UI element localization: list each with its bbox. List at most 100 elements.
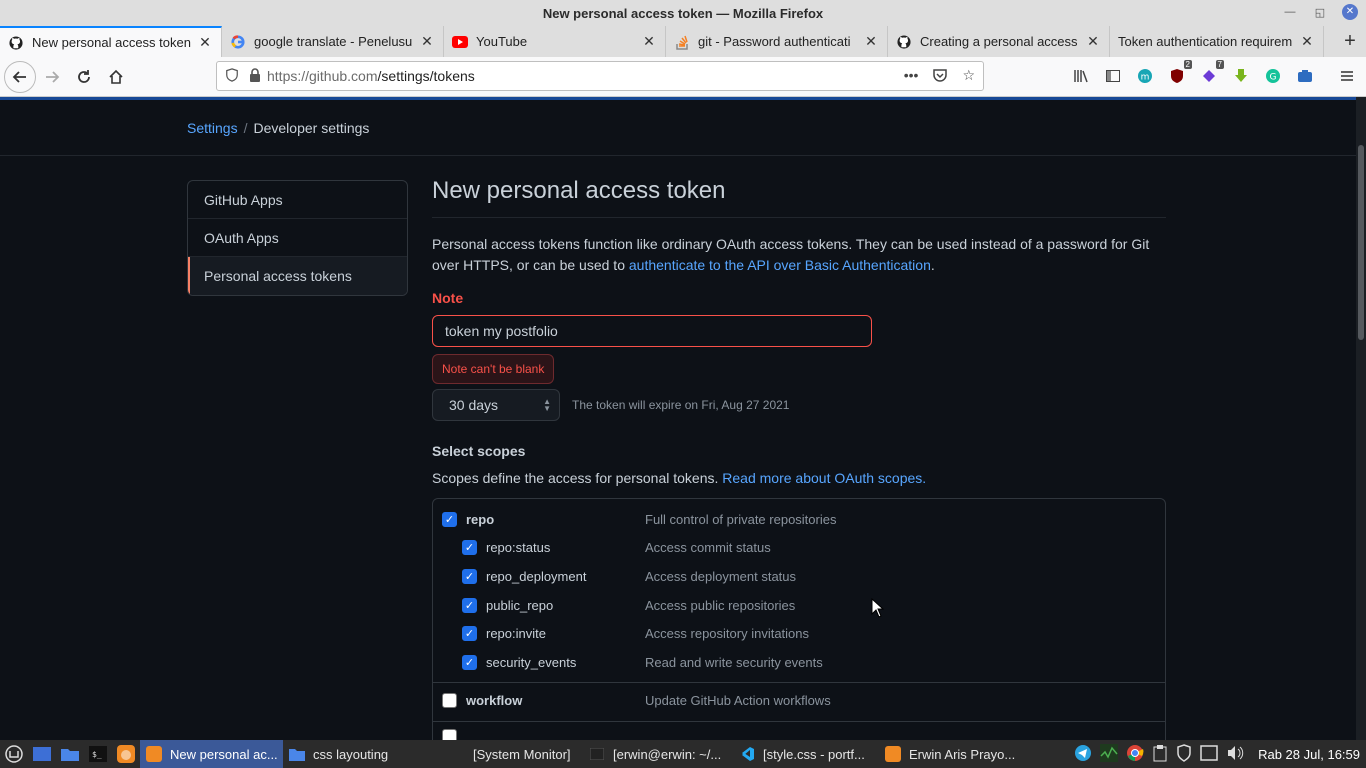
taskbar-task-label: [style.css - portf...	[763, 746, 865, 762]
show-desktop-icon[interactable]	[28, 740, 56, 768]
sidenav-item-github-apps[interactable]: GitHub Apps	[188, 181, 407, 219]
page-actions-icon[interactable]: •••	[904, 67, 919, 86]
tab-token-auth-requirements[interactable]: Token authentication requirem ✕	[1110, 26, 1324, 57]
close-tab-icon[interactable]: ✕	[197, 34, 213, 51]
taskbar-task-terminal[interactable]: [erwin@erwin: ~/...	[583, 740, 733, 768]
files-icon[interactable]	[56, 740, 84, 768]
download-icon[interactable]	[1230, 65, 1252, 87]
scope-description: Access public repositories	[645, 597, 796, 613]
pocket-icon[interactable]	[932, 67, 948, 86]
system-monitor-tray-icon[interactable]	[1100, 743, 1119, 765]
close-tab-icon[interactable]: ✕	[641, 33, 657, 50]
close-tab-icon[interactable]: ✕	[863, 33, 879, 50]
telegram-icon[interactable]	[1074, 744, 1092, 765]
taskbar-task-css-layouting[interactable]: css layouting	[283, 740, 443, 768]
extension-badge: 7	[1215, 60, 1224, 69]
note-label: Note	[432, 290, 464, 306]
expiration-select[interactable]: 30 days ▲ ▼	[432, 389, 560, 421]
expiration-row: 30 days ▲ ▼ The token will expire on Fri,…	[432, 389, 1166, 421]
chrome-icon[interactable]	[1126, 744, 1144, 765]
scope-name: public_repo	[486, 597, 554, 613]
tab-strip: New personal access token ✕ google trans…	[0, 26, 1366, 57]
bookmark-star-icon[interactable]: ☆	[962, 67, 975, 86]
reload-button[interactable]	[68, 61, 100, 93]
breadcrumb-bar: Settings / Developer settings	[0, 100, 1356, 156]
basic-auth-link[interactable]: authenticate to the API over Basic Authe…	[629, 257, 931, 273]
scope-checkbox-repo-deployment[interactable]: ✓	[462, 568, 477, 584]
tab-google-translate[interactable]: google translate - Penelusu ✕	[222, 26, 444, 57]
system-monitor-icon	[449, 746, 465, 762]
scope-description: Read and write security events	[645, 654, 823, 670]
extension-box-icon[interactable]	[1294, 65, 1316, 87]
shield-tray-icon[interactable]	[1176, 743, 1192, 765]
scopes-description-text: Scopes define the access for personal to…	[432, 470, 723, 486]
terminal-icon[interactable]: $_	[84, 740, 112, 768]
github-icon	[8, 35, 24, 51]
maximize-icon[interactable]: ◱	[1312, 6, 1328, 19]
extension-m-icon[interactable]: m	[1134, 65, 1156, 87]
taskbar-task-firefox-2[interactable]: Erwin Aris Prayo...	[879, 740, 1029, 768]
lock-icon[interactable]	[249, 67, 261, 85]
shield-icon[interactable]	[225, 67, 239, 85]
sidenav-item-oauth-apps[interactable]: OAuth Apps	[188, 219, 407, 257]
breadcrumb-developer-settings: Developer settings	[253, 120, 370, 136]
firefox-icon	[885, 746, 901, 762]
scope-checkbox-public-repo[interactable]: ✓	[462, 597, 477, 613]
firefox-launcher-icon[interactable]	[112, 740, 140, 768]
scope-row: workflow Update GitHub Action workflows	[433, 687, 1165, 716]
url-text[interactable]: https://github.com/settings/tokens	[267, 68, 475, 84]
scope-checkbox-next[interactable]	[442, 728, 457, 740]
scope-checkbox-security-events[interactable]: ✓	[462, 654, 477, 670]
page-title: New personal access token	[432, 177, 1166, 218]
close-window-icon[interactable]: ✕	[1342, 4, 1358, 20]
scope-name: security_events	[486, 654, 577, 670]
tab-stackoverflow[interactable]: git - Password authenticati ✕	[666, 26, 888, 57]
close-tab-icon[interactable]: ✕	[419, 33, 435, 50]
scope-description: Access deployment status	[645, 568, 797, 584]
hamburger-menu-icon[interactable]	[1336, 65, 1358, 87]
sidenav-item-personal-access-tokens[interactable]: Personal access tokens	[188, 257, 407, 295]
google-icon	[230, 34, 246, 50]
arrow-left-icon	[12, 70, 26, 83]
toolbar-extensions: m 2 7 G	[1070, 60, 1358, 87]
taskbar-task-firefox[interactable]: New personal ac...	[140, 740, 283, 768]
new-tab-button[interactable]: +	[1334, 26, 1366, 57]
scope-checkbox-workflow[interactable]	[442, 693, 457, 709]
scope-checkbox-repo[interactable]: ✓	[442, 511, 457, 527]
scrollbar-thumb[interactable]	[1358, 145, 1364, 340]
close-tab-icon[interactable]: ✕	[1085, 33, 1101, 50]
start-menu-icon[interactable]	[0, 740, 28, 768]
url-bar[interactable]: https://github.com/settings/tokens ••• ☆	[216, 61, 984, 91]
tab-creating-token-docs[interactable]: Creating a personal access ✕	[888, 26, 1110, 57]
scope-row: ✓ repo Full control of private repositor…	[433, 505, 1165, 534]
minimize-icon[interactable]: —	[1282, 6, 1298, 18]
scope-checkbox-repo-invite[interactable]: ✓	[462, 626, 477, 642]
page-scrollbar[interactable]	[1356, 97, 1366, 740]
scope-checkbox-repo-status[interactable]: ✓	[462, 540, 477, 556]
close-tab-icon[interactable]: ✕	[1299, 33, 1315, 50]
ublock-icon[interactable]: 2	[1166, 60, 1192, 87]
back-button[interactable]	[4, 60, 36, 93]
arrow-right-icon	[46, 70, 60, 83]
clipboard-icon[interactable]	[1152, 744, 1168, 765]
expiration-note: The token will expire on Fri, Aug 27 202…	[572, 398, 790, 412]
tab-title: New personal access token	[32, 35, 191, 50]
home-button[interactable]	[100, 61, 132, 93]
scope-row: ✓ public_repo Access public repositories	[433, 591, 1165, 620]
window-tray-icon[interactable]	[1200, 744, 1218, 764]
url-path: /settings/tokens	[377, 68, 475, 84]
volume-icon[interactable]	[1226, 745, 1244, 764]
tab-new-personal-access-token[interactable]: New personal access token ✕	[0, 26, 222, 57]
sidebar-icon[interactable]	[1102, 65, 1124, 87]
breadcrumb-settings-link[interactable]: Settings	[187, 120, 238, 136]
tab-youtube[interactable]: YouTube ✕	[444, 26, 666, 57]
forward-button[interactable]	[36, 61, 68, 93]
taskbar-task-system-monitor[interactable]: [System Monitor]	[443, 740, 583, 768]
library-icon[interactable]	[1070, 65, 1092, 87]
taskbar-task-vscode[interactable]: [style.css - portf...	[733, 740, 879, 768]
grammarly-icon[interactable]: G	[1262, 65, 1284, 87]
extension-purple-icon[interactable]: 7	[1198, 60, 1224, 87]
oauth-scopes-link[interactable]: Read more about OAuth scopes.	[722, 470, 926, 486]
note-input[interactable]: token my postfolio	[432, 315, 872, 347]
taskbar-clock[interactable]: Rab 28 Jul, 16:59	[1258, 747, 1360, 762]
